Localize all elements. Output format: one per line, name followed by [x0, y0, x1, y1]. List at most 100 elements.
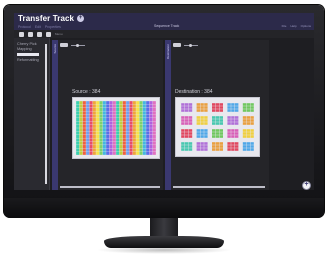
- source-well[interactable]: [122, 131, 126, 135]
- destination-well[interactable]: [196, 142, 200, 145]
- source-well[interactable]: [99, 145, 103, 149]
- source-well[interactable]: [112, 118, 116, 122]
- source-well[interactable]: [89, 151, 93, 155]
- source-well[interactable]: [106, 101, 110, 105]
- source-well[interactable]: [109, 145, 113, 149]
- source-well[interactable]: [149, 101, 153, 105]
- destination-well[interactable]: [185, 145, 189, 148]
- source-well[interactable]: [152, 145, 156, 149]
- source-well[interactable]: [146, 131, 150, 135]
- source-well[interactable]: [86, 118, 90, 122]
- source-well[interactable]: [146, 145, 150, 149]
- source-well[interactable]: [126, 151, 130, 155]
- source-well[interactable]: [76, 145, 80, 149]
- source-well[interactable]: [109, 124, 113, 128]
- source-well[interactable]: [106, 107, 110, 111]
- source-well[interactable]: [82, 145, 86, 149]
- source-well[interactable]: [76, 111, 80, 115]
- source-well[interactable]: [132, 121, 136, 125]
- source-well[interactable]: [119, 151, 123, 155]
- source-well[interactable]: [142, 151, 146, 155]
- source-well[interactable]: [92, 148, 96, 152]
- source-well[interactable]: [142, 131, 146, 135]
- source-well[interactable]: [122, 104, 126, 108]
- destination-well[interactable]: [200, 116, 204, 119]
- source-well[interactable]: [146, 138, 150, 142]
- source-well[interactable]: [116, 151, 120, 155]
- destination-well[interactable]: [212, 135, 216, 138]
- destination-well[interactable]: [227, 145, 231, 148]
- source-well[interactable]: [146, 128, 150, 132]
- source-well[interactable]: [96, 114, 100, 118]
- destination-well[interactable]: [200, 142, 204, 145]
- source-well[interactable]: [129, 124, 133, 128]
- source-well[interactable]: [86, 151, 90, 155]
- source-well[interactable]: [112, 124, 116, 128]
- source-well[interactable]: [76, 134, 80, 138]
- source-well[interactable]: [86, 114, 90, 118]
- source-well[interactable]: [132, 148, 136, 152]
- destination-well[interactable]: [219, 145, 223, 148]
- destination-well[interactable]: [219, 109, 223, 112]
- source-well[interactable]: [106, 124, 110, 128]
- source-well[interactable]: [139, 128, 143, 132]
- source-well[interactable]: [106, 118, 110, 122]
- source-well[interactable]: [112, 111, 116, 115]
- window-control-help[interactable]: Help: [290, 24, 296, 28]
- source-well[interactable]: [142, 111, 146, 115]
- source-well[interactable]: [79, 134, 83, 138]
- destination-well[interactable]: [235, 135, 239, 138]
- source-well[interactable]: [112, 141, 116, 145]
- destination-zoom-slider[interactable]: [184, 43, 198, 47]
- source-well[interactable]: [142, 134, 146, 138]
- source-well[interactable]: [92, 151, 96, 155]
- destination-well[interactable]: [196, 119, 200, 122]
- source-well[interactable]: [116, 145, 120, 149]
- source-well[interactable]: [86, 104, 90, 108]
- source-well[interactable]: [152, 114, 156, 118]
- destination-well[interactable]: [188, 119, 193, 122]
- source-well[interactable]: [79, 111, 83, 115]
- destination-well[interactable]: [231, 148, 235, 151]
- source-well[interactable]: [112, 138, 116, 142]
- source-well[interactable]: [89, 101, 93, 105]
- source-well[interactable]: [79, 141, 83, 145]
- source-well[interactable]: [82, 107, 86, 111]
- source-well[interactable]: [116, 148, 120, 152]
- source-well[interactable]: [122, 151, 126, 155]
- source-well[interactable]: [86, 101, 90, 105]
- source-well[interactable]: [116, 107, 120, 111]
- source-well[interactable]: [139, 111, 143, 115]
- source-well[interactable]: [106, 145, 110, 149]
- source-well[interactable]: [92, 131, 96, 135]
- destination-well[interactable]: [204, 103, 208, 106]
- source-well[interactable]: [146, 107, 150, 111]
- source-well[interactable]: [139, 107, 143, 111]
- destination-well[interactable]: [204, 109, 208, 112]
- source-well[interactable]: [99, 121, 103, 125]
- source-well[interactable]: [102, 131, 106, 135]
- source-well[interactable]: [139, 101, 143, 105]
- destination-plate[interactable]: [175, 97, 260, 157]
- source-well[interactable]: [99, 138, 103, 142]
- destination-well[interactable]: [219, 116, 223, 119]
- destination-well[interactable]: [196, 132, 200, 135]
- help-plus-icon[interactable]: [302, 181, 311, 190]
- source-well[interactable]: [76, 124, 80, 128]
- source-well[interactable]: [102, 128, 106, 132]
- destination-well[interactable]: [215, 116, 220, 119]
- source-well[interactable]: [109, 131, 113, 135]
- source-well[interactable]: [126, 118, 130, 122]
- source-well[interactable]: [109, 151, 113, 155]
- source-well[interactable]: [82, 121, 86, 125]
- source-well[interactable]: [152, 141, 156, 145]
- source-well[interactable]: [112, 121, 116, 125]
- source-well[interactable]: [129, 114, 133, 118]
- destination-well[interactable]: [235, 109, 239, 112]
- destination-well[interactable]: [212, 116, 216, 119]
- destination-well[interactable]: [204, 148, 208, 151]
- destination-well[interactable]: [204, 145, 208, 148]
- source-well[interactable]: [89, 134, 93, 138]
- destination-well[interactable]: [246, 148, 250, 151]
- destination-well[interactable]: [231, 103, 235, 106]
